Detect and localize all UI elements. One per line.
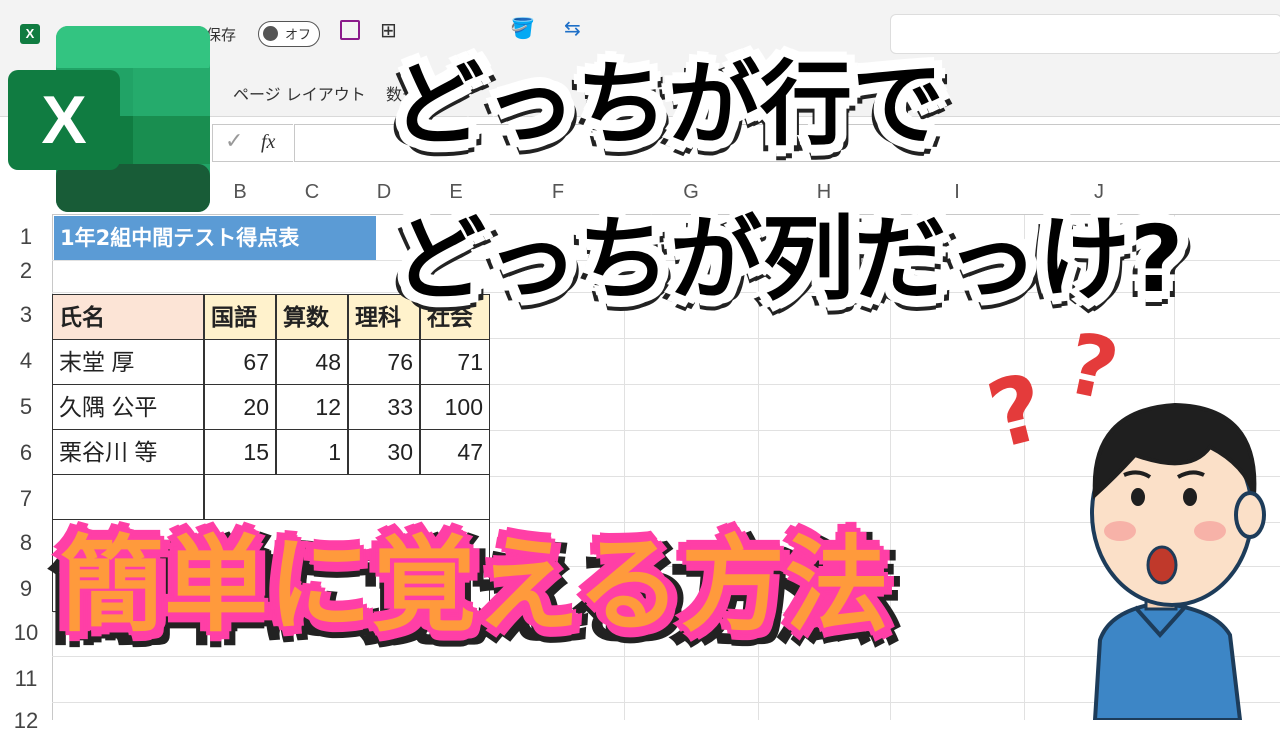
question-line-2: どっちが列だっけ?: [394, 206, 1184, 313]
person-mouth: [1146, 545, 1178, 585]
table-cell-score[interactable]: 1: [276, 429, 348, 475]
table-cell-name[interactable]: 末堂 厚: [52, 339, 204, 385]
person-cheek-right: [1194, 521, 1226, 541]
check-icon[interactable]: ✓: [225, 129, 243, 154]
person-eye-right: [1183, 488, 1197, 506]
column-header-c[interactable]: C: [276, 170, 348, 214]
tab-page-layout[interactable]: ページ レイアウト: [233, 81, 366, 105]
header-cell-name[interactable]: 氏名: [52, 294, 204, 340]
autosave-toggle[interactable]: オフ: [258, 21, 320, 47]
table-cell-score[interactable]: 20: [204, 384, 276, 430]
sheet-title-cell[interactable]: 1年2組中間テスト得点表: [54, 216, 376, 260]
table-cell-name[interactable]: 栗谷川 等: [52, 429, 204, 475]
formula-controls: ✓ fx: [212, 124, 293, 162]
person-ear: [1234, 491, 1266, 539]
person-cheek-left: [1104, 521, 1136, 541]
confused-person-illustration: [1090, 402, 1266, 720]
person-body: [1092, 600, 1243, 720]
row-header-6[interactable]: 6: [0, 440, 52, 466]
table-cell-score[interactable]: 47: [420, 429, 490, 475]
row-header-7[interactable]: 7: [0, 486, 52, 512]
person-eye-left: [1131, 488, 1145, 506]
table-cell-score[interactable]: 12: [276, 384, 348, 430]
row-header-9[interactable]: 9: [0, 576, 52, 602]
autosave-state: オフ: [285, 28, 312, 43]
fx-icon[interactable]: fx: [261, 131, 275, 154]
table-cell-score[interactable]: 33: [348, 384, 420, 430]
row-header-3[interactable]: 3: [0, 302, 52, 328]
row-header-5[interactable]: 5: [0, 394, 52, 420]
table-cell-score[interactable]: 15: [204, 429, 276, 475]
toggle-knob: [263, 26, 278, 41]
header-cell-japanese[interactable]: 国語: [204, 294, 276, 340]
search-box[interactable]: [890, 14, 1280, 54]
column-header-b[interactable]: B: [204, 170, 276, 214]
logo-band: [56, 164, 210, 212]
subtitle-banner: 簡単に覚える方法: [60, 524, 889, 646]
table-cell-score[interactable]: 71: [420, 339, 490, 385]
row-header-12[interactable]: 12: [0, 708, 52, 734]
row-header-8[interactable]: 8: [0, 530, 52, 556]
table-cell-score[interactable]: 100: [420, 384, 490, 430]
row-header-4[interactable]: 4: [0, 348, 52, 374]
table-cell-score[interactable]: 67: [204, 339, 276, 385]
header-cell-math[interactable]: 算数: [276, 294, 348, 340]
question-line-1: どっちが行で: [392, 51, 945, 158]
row-header-1[interactable]: 1: [0, 224, 52, 250]
row-header-2[interactable]: 2: [0, 258, 52, 284]
excel-logo-letter: X: [41, 82, 87, 158]
row-header-10[interactable]: 10: [0, 620, 52, 646]
row-header-11[interactable]: 11: [0, 666, 52, 692]
table-cell-name[interactable]: 久隅 公平: [52, 384, 204, 430]
table-cell-score[interactable]: 30: [348, 429, 420, 475]
logo-divider: [133, 68, 210, 164]
table-cell-score[interactable]: 76: [348, 339, 420, 385]
table-cell-score[interactable]: 48: [276, 339, 348, 385]
save-icon[interactable]: [340, 20, 360, 40]
